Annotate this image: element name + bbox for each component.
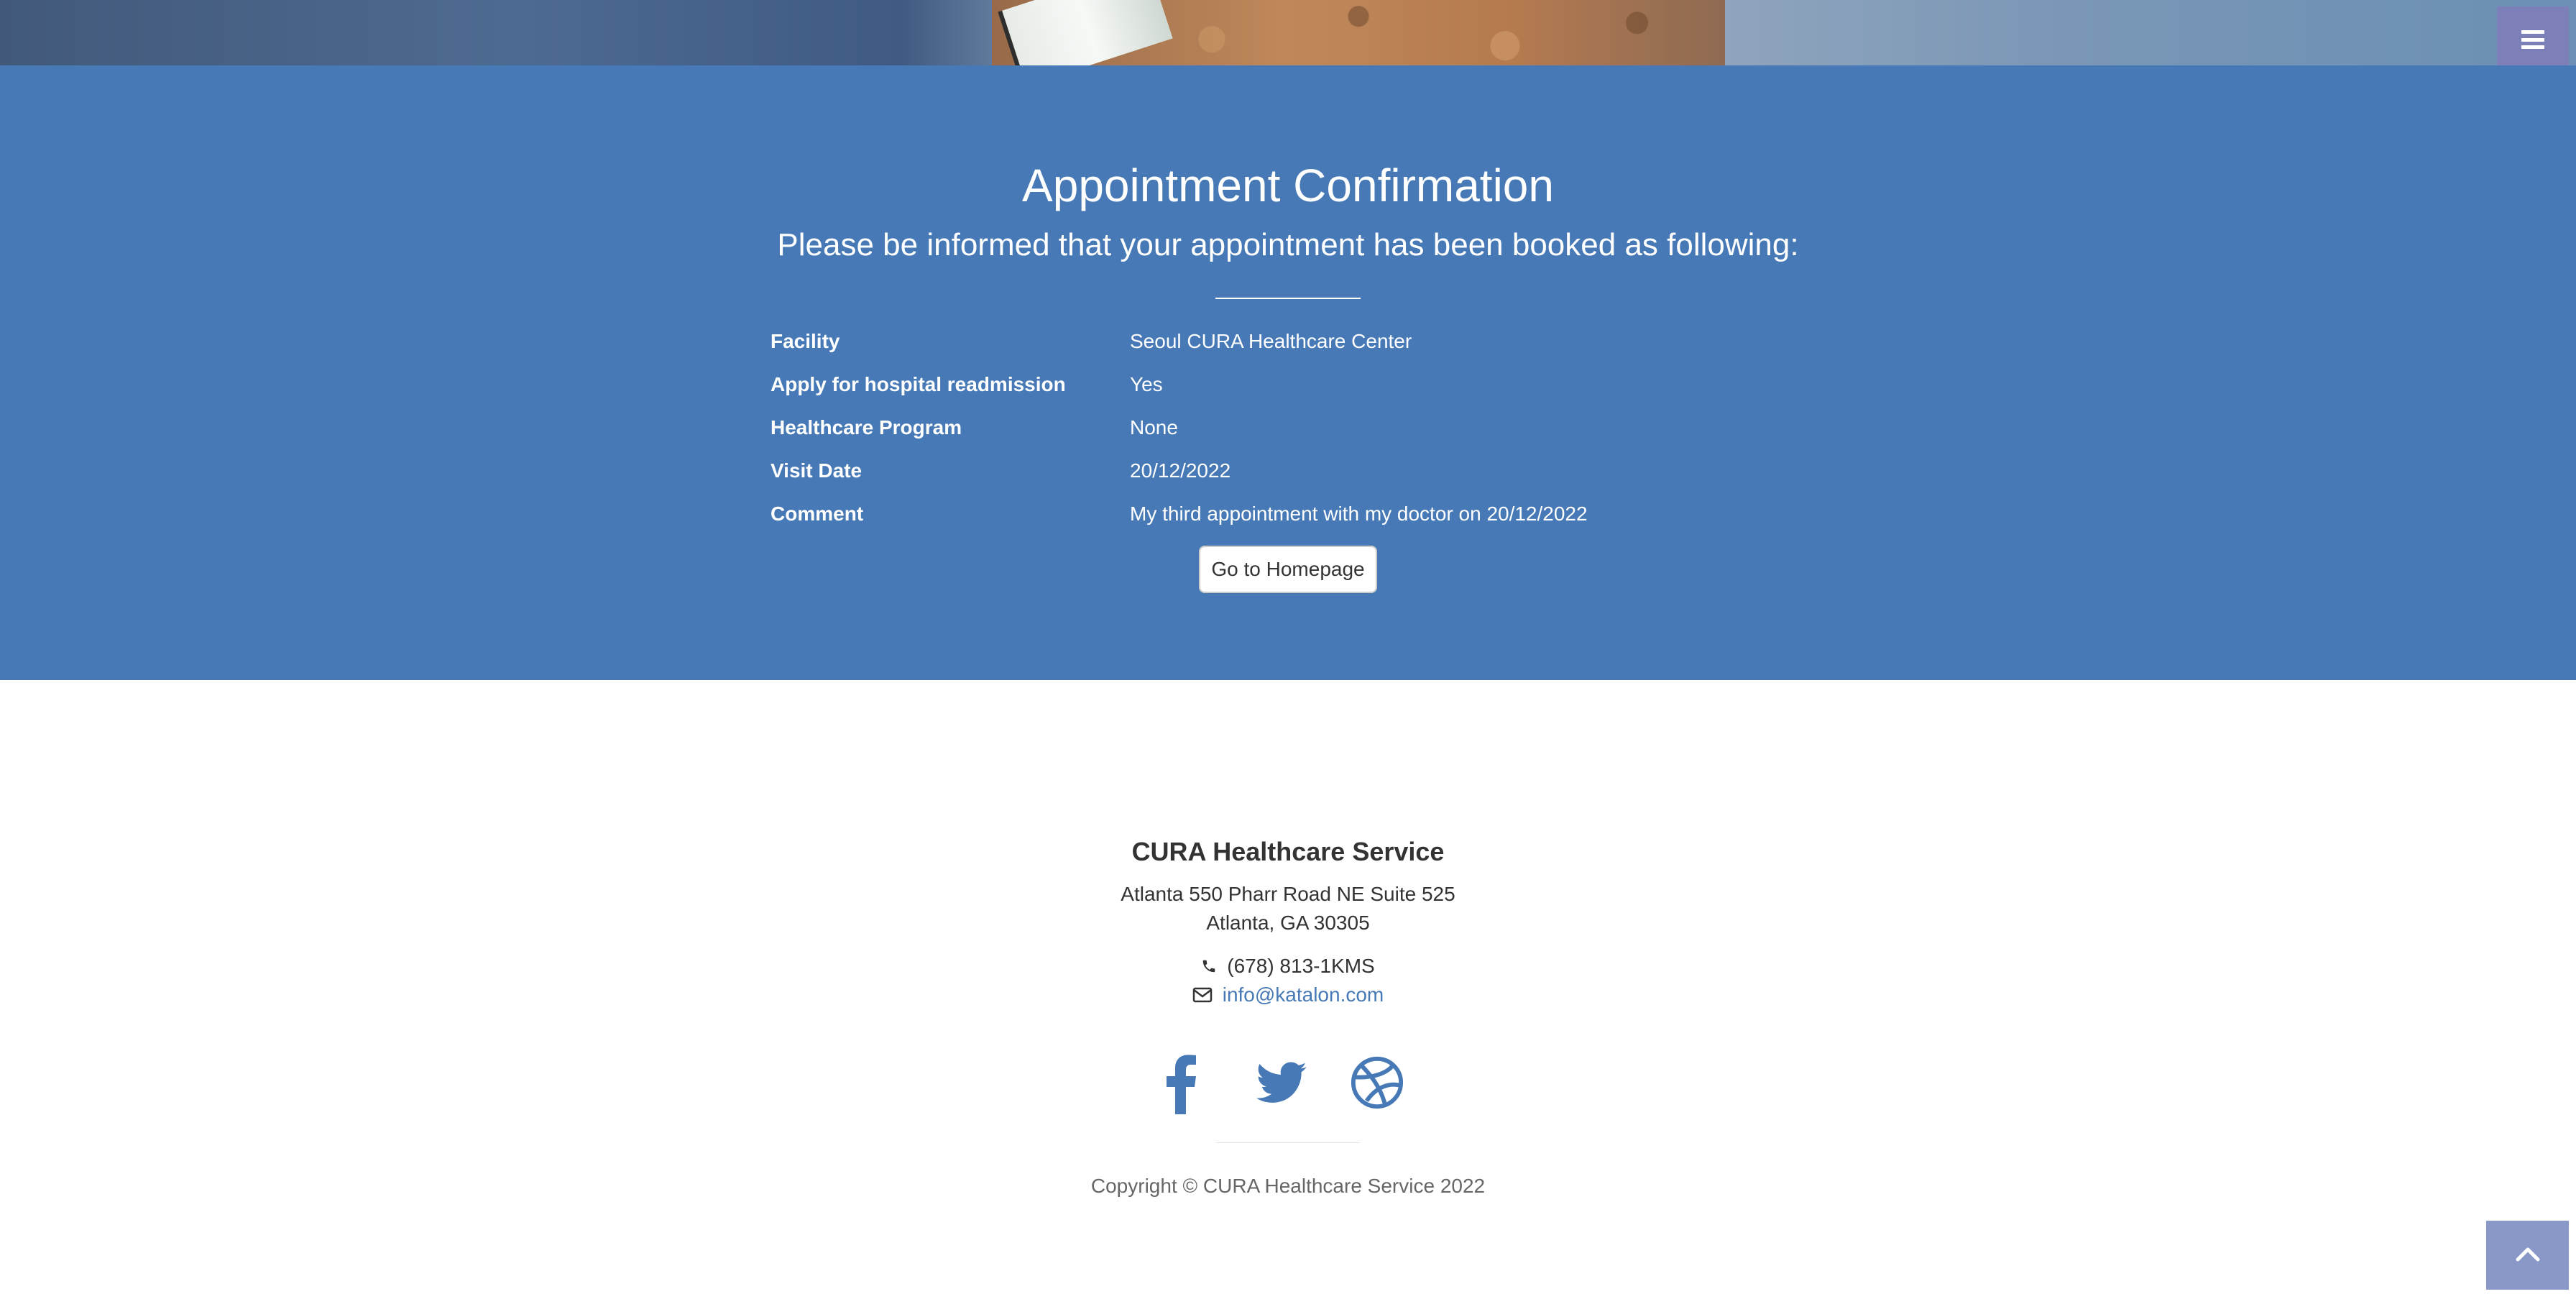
dribbble-icon[interactable] bbox=[1349, 1054, 1405, 1115]
hero-background bbox=[1725, 0, 2576, 65]
visit-date-label: Visit Date bbox=[770, 459, 862, 482]
facility-value: Seoul CURA Healthcare Center bbox=[1130, 330, 1412, 352]
page-title: Appointment Confirmation bbox=[1022, 160, 1554, 211]
go-to-homepage-button[interactable]: Go to Homepage bbox=[1199, 546, 1377, 593]
menu-toggle-button[interactable] bbox=[2497, 6, 2569, 73]
program-label: Healthcare Program bbox=[770, 416, 962, 439]
program-value: None bbox=[1130, 416, 1178, 439]
phone-number: (678) 813-1KMS bbox=[1227, 955, 1375, 977]
twitter-icon[interactable] bbox=[1254, 1054, 1309, 1115]
envelope-icon bbox=[1192, 985, 1213, 1008]
address-line-2: Atlanta, GA 30305 bbox=[1206, 912, 1370, 934]
chevron-up-icon bbox=[2515, 1245, 2541, 1266]
address-line-1: Atlanta 550 Pharr Road NE Suite 525 bbox=[1121, 883, 1455, 905]
detail-row-facility: Facility Seoul CURA Healthcare Center bbox=[770, 330, 1849, 366]
footer: CURA Healthcare Service Atlanta 550 Phar… bbox=[0, 680, 2576, 1294]
comment-label: Comment bbox=[770, 503, 864, 525]
phone-icon bbox=[1201, 956, 1217, 979]
social-links bbox=[1159, 1054, 1417, 1119]
comment-value: My third appointment with my doctor on 2… bbox=[1130, 503, 1588, 525]
footer-divider bbox=[1216, 1142, 1360, 1143]
visit-date-value: 20/12/2022 bbox=[1130, 459, 1231, 482]
readmission-label: Apply for hospital readmission bbox=[770, 373, 1066, 395]
title-divider bbox=[1215, 298, 1361, 299]
detail-row-program: Healthcare Program None bbox=[770, 416, 1849, 452]
detail-row-readmission: Apply for hospital readmission Yes bbox=[770, 373, 1849, 409]
facebook-icon[interactable] bbox=[1159, 1054, 1202, 1118]
bars-icon bbox=[2521, 30, 2544, 49]
readmission-value: Yes bbox=[1130, 373, 1163, 395]
facility-label: Facility bbox=[770, 330, 840, 352]
footer-title: CURA Healthcare Service bbox=[1131, 837, 1445, 866]
page-subtitle: Please be informed that your appointment… bbox=[777, 227, 1799, 262]
appointment-confirmation-section: Appointment Confirmation Please be infor… bbox=[0, 65, 2576, 680]
hero-image bbox=[0, 0, 2576, 65]
contact-email: info@katalon.com bbox=[0, 983, 2576, 1008]
back-to-top-button[interactable] bbox=[2486, 1221, 2569, 1290]
detail-row-visit-date: Visit Date 20/12/2022 bbox=[770, 459, 1849, 495]
contact-phone: (678) 813-1KMS bbox=[0, 955, 2576, 979]
copyright-text: Copyright © CURA Healthcare Service 2022 bbox=[1090, 1175, 1486, 1197]
email-link[interactable]: info@katalon.com bbox=[1223, 983, 1384, 1006]
detail-row-comment: Comment My third appointment with my doc… bbox=[770, 503, 1849, 538]
